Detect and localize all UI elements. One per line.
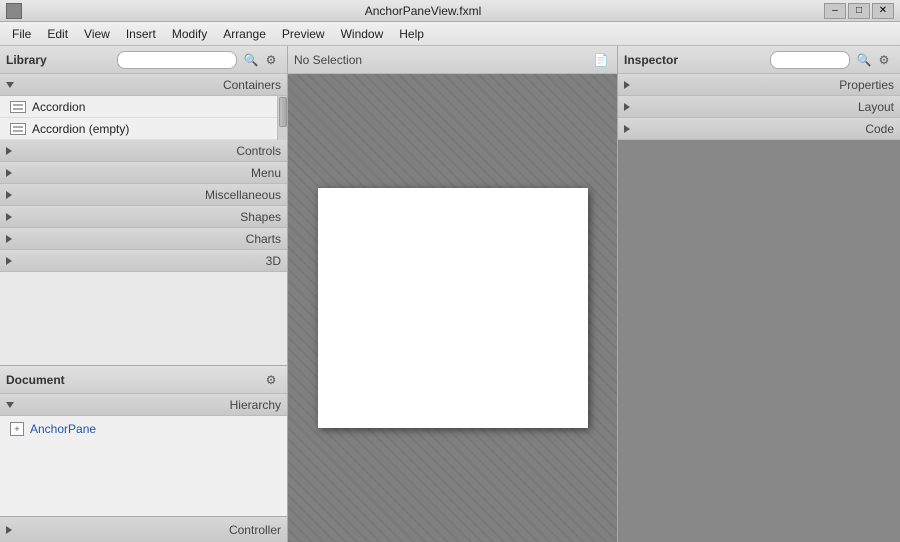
threed-label: 3D xyxy=(16,254,281,268)
titlebar-title: AnchorPaneView.fxml xyxy=(22,4,824,18)
layout-label: Layout xyxy=(634,100,894,114)
code-section[interactable]: Code xyxy=(618,118,900,140)
maximize-button[interactable]: □ xyxy=(848,3,870,19)
miscellaneous-expand-icon xyxy=(6,191,12,199)
inspector-search-input[interactable] xyxy=(770,51,850,69)
containers-label: Containers xyxy=(18,78,281,92)
library-header: Library 🔍 ⚙ xyxy=(0,46,287,74)
document-header: Document ⚙ xyxy=(0,366,287,394)
accordion-icon xyxy=(10,101,26,113)
no-selection-label: No Selection xyxy=(294,53,591,67)
anchor-pane-label: AnchorPane xyxy=(30,422,96,436)
list-item[interactable]: Accordion xyxy=(0,96,277,118)
controls-expand-icon xyxy=(6,147,12,155)
menu-item-preview[interactable]: Preview xyxy=(274,25,333,43)
controller-expand-icon xyxy=(6,526,12,534)
controller-label: Controller xyxy=(16,523,281,537)
menu-item-window[interactable]: Window xyxy=(333,25,392,43)
hierarchy-expand-icon xyxy=(6,402,14,408)
inspector-header: Inspector 🔍 ⚙ xyxy=(618,46,900,74)
shapes-category[interactable]: Shapes xyxy=(0,206,287,228)
document-section: Document ⚙ Hierarchy AnchorPane xyxy=(0,365,287,516)
layout-section[interactable]: Layout xyxy=(618,96,900,118)
menu-item-insert[interactable]: Insert xyxy=(118,25,164,43)
menu-item-file[interactable]: File xyxy=(4,25,39,43)
charts-category[interactable]: Charts xyxy=(0,228,287,250)
inspector-title: Inspector xyxy=(624,53,770,67)
canvas-header: No Selection 📄 xyxy=(288,46,617,74)
controls-label: Controls xyxy=(16,144,281,158)
menu-item-edit[interactable]: Edit xyxy=(39,25,76,43)
containers-expand-icon xyxy=(6,82,14,88)
library-items-container: Accordion Accordion (empty) xyxy=(0,96,277,140)
center-panel: No Selection 📄 xyxy=(288,46,617,542)
document-icon[interactable]: 📄 xyxy=(591,50,611,70)
menu-item-modify[interactable]: Modify xyxy=(164,25,215,43)
controls-category[interactable]: Controls xyxy=(0,140,287,162)
inspector-settings-icon[interactable]: ⚙ xyxy=(874,50,894,70)
properties-label: Properties xyxy=(634,78,894,92)
inspector-content xyxy=(618,140,900,542)
accordion-empty-label: Accordion (empty) xyxy=(32,122,129,136)
menu-item-help[interactable]: Help xyxy=(391,25,432,43)
titlebar-app-icon xyxy=(6,3,22,19)
library-scroll-area: Accordion Accordion (empty) xyxy=(0,96,287,140)
miscellaneous-category[interactable]: Miscellaneous xyxy=(0,184,287,206)
library-scrollbar[interactable] xyxy=(277,96,287,140)
threed-category[interactable]: 3D xyxy=(0,250,287,272)
titlebar-controls: – □ ✕ xyxy=(824,3,894,19)
shapes-label: Shapes xyxy=(16,210,281,224)
menu-label: Menu xyxy=(16,166,281,180)
hierarchy-label: Hierarchy xyxy=(18,398,281,412)
library-scrollbar-thumb[interactable] xyxy=(279,97,287,127)
shapes-expand-icon xyxy=(6,213,12,221)
properties-expand-icon xyxy=(624,81,630,89)
charts-label: Charts xyxy=(16,232,281,246)
threed-expand-icon xyxy=(6,257,12,265)
right-panel: Inspector 🔍 ⚙ Properties Layout Code xyxy=(617,46,900,542)
menu-category[interactable]: Menu xyxy=(0,162,287,184)
list-item[interactable]: AnchorPane xyxy=(4,420,283,438)
library-settings-icon[interactable]: ⚙ xyxy=(261,50,281,70)
code-expand-icon xyxy=(624,125,630,133)
canvas-surface xyxy=(318,188,588,428)
library-search-input[interactable] xyxy=(117,51,237,69)
library-content: Containers Accordion Accordion (empty) xyxy=(0,74,287,365)
menu-item-arrange[interactable]: Arrange xyxy=(215,25,274,43)
code-label: Code xyxy=(634,122,894,136)
inspector-search-icon[interactable]: 🔍 xyxy=(854,50,874,70)
menubar: FileEditViewInsertModifyArrangePreviewWi… xyxy=(0,22,900,46)
controller-bar[interactable]: Controller xyxy=(0,516,287,542)
document-title: Document xyxy=(6,373,261,387)
containers-category[interactable]: Containers xyxy=(0,74,287,96)
hierarchy-row[interactable]: Hierarchy xyxy=(0,394,287,416)
properties-section[interactable]: Properties xyxy=(618,74,900,96)
library-title: Library xyxy=(6,53,117,67)
hierarchy-content: AnchorPane xyxy=(0,416,287,516)
anchor-pane-icon xyxy=(10,422,24,436)
menu-expand-icon xyxy=(6,169,12,177)
canvas-area[interactable] xyxy=(288,74,617,542)
accordion-label: Accordion xyxy=(32,100,85,114)
layout-expand-icon xyxy=(624,103,630,111)
menu-item-view[interactable]: View xyxy=(76,25,118,43)
miscellaneous-label: Miscellaneous xyxy=(16,188,281,202)
list-item[interactable]: Accordion (empty) xyxy=(0,118,277,140)
accordion-empty-icon xyxy=(10,123,26,135)
main-layout: Library 🔍 ⚙ Containers Accordion xyxy=(0,46,900,542)
close-button[interactable]: ✕ xyxy=(872,3,894,19)
library-search-icon[interactable]: 🔍 xyxy=(241,50,261,70)
left-panel: Library 🔍 ⚙ Containers Accordion xyxy=(0,46,288,542)
titlebar: AnchorPaneView.fxml – □ ✕ xyxy=(0,0,900,22)
document-settings-icon[interactable]: ⚙ xyxy=(261,370,281,390)
charts-expand-icon xyxy=(6,235,12,243)
minimize-button[interactable]: – xyxy=(824,3,846,19)
